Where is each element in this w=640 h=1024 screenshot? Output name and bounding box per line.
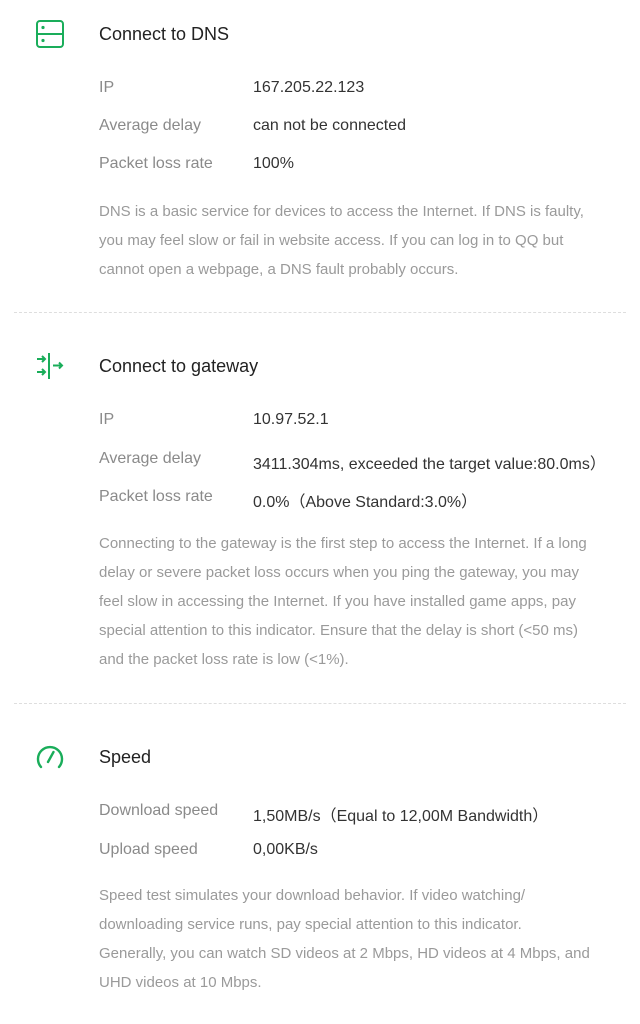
gateway-packet-loss-value: 0.0%（Above Standard:3.0%）	[253, 494, 478, 511]
dns-average-delay-label: Average delay	[99, 117, 201, 134]
download-speed-value: 1,50MB/s（Equal to 12,00M Bandwidth）	[253, 808, 549, 825]
download-speed-label: Download speed	[99, 802, 219, 819]
gateway-average-delay-label: Average delay	[99, 450, 201, 467]
section-divider	[14, 312, 626, 313]
gateway-ip-label: IP	[99, 411, 115, 428]
server-icon	[34, 18, 66, 50]
speedometer-icon	[34, 741, 66, 773]
section-divider	[14, 703, 626, 704]
gateway-description-line: Connecting to the gateway is the first s…	[99, 535, 587, 552]
speed-section-title: Speed	[99, 747, 152, 767]
gateway-packet-loss-label: Packet loss rate	[99, 488, 213, 505]
gateway-description: Connecting to the gateway is the first s…	[99, 529, 619, 674]
speed-description-line: UHD videos at 10 Mbps.	[99, 974, 262, 991]
upload-speed-value: 0,00KB/s	[253, 841, 318, 858]
speed-description: Speed test simulates your download behav…	[99, 881, 619, 997]
dns-description: DNS is a basic service for devices to ac…	[99, 197, 619, 284]
speed-description-line: Generally, you can watch SD videos at 2 …	[99, 945, 590, 962]
gateway-section-title: Connect to gateway	[99, 356, 259, 376]
dns-packet-loss-value: 100%	[253, 155, 294, 172]
speed-description-line: downloading service runs, pay special at…	[99, 916, 522, 933]
gateway-average-delay-value: 3411.304ms, exceeded the target value:80…	[253, 456, 606, 473]
dns-description-line: cannot open a webpage, a DNS fault proba…	[99, 261, 459, 278]
dns-packet-loss-label: Packet loss rate	[99, 155, 213, 172]
gateway-arrows-icon	[34, 350, 66, 382]
upload-speed-label: Upload speed	[99, 841, 198, 858]
dns-average-delay-value: can not be connected	[253, 117, 407, 134]
dns-description-line: DNS is a basic service for devices to ac…	[99, 203, 584, 220]
dns-description-line: you may feel slow or fail in website acc…	[99, 232, 564, 249]
gateway-ip-value: 10.97.52.1	[253, 411, 329, 428]
speed-description-line: Speed test simulates your download behav…	[99, 887, 526, 904]
gateway-description-line: delay or severe packet loss occurs when …	[99, 564, 579, 581]
dns-section-title: Connect to DNS	[99, 24, 230, 44]
gateway-description-line: feel slow in accessing the Internet. If …	[99, 593, 576, 610]
gateway-description-line: and the packet loss rate is low (<1%).	[99, 651, 349, 668]
dns-ip-value: 167.205.22.123	[253, 79, 365, 96]
dns-ip-label: IP	[99, 79, 115, 96]
gateway-description-line: special attention to this indicator. Ens…	[99, 622, 579, 639]
